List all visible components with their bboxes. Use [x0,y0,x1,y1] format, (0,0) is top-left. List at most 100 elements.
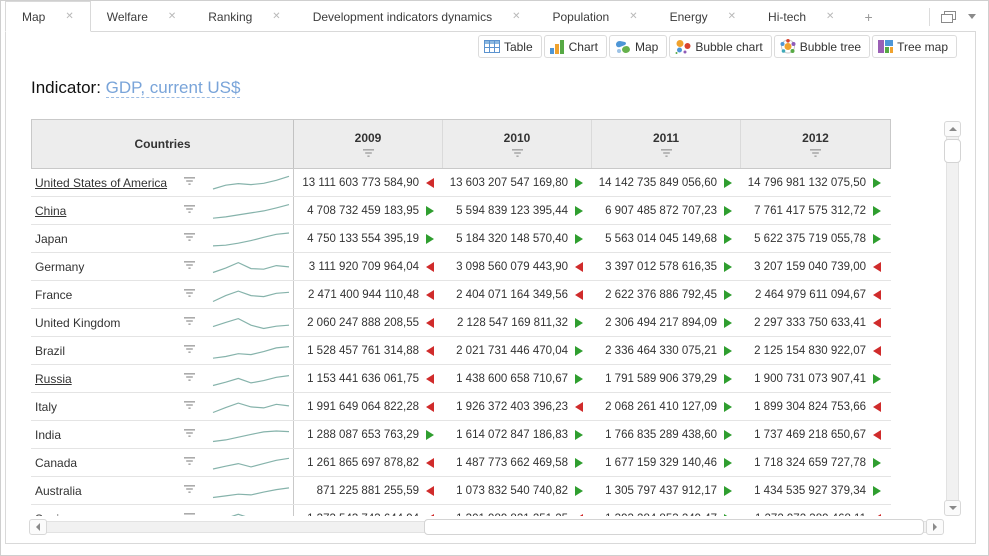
country-cell-russia[interactable]: Russia [31,365,294,392]
row-filter-icon[interactable] [183,261,196,270]
tab-hi-tech[interactable]: Hi-tech✕ [752,1,850,32]
scroll-up-button[interactable] [944,121,961,137]
value-text: 4 708 732 459 183,95 [307,205,419,217]
tab-map[interactable]: Map✕ [5,1,91,32]
year-column-header-2010[interactable]: 2010 [443,120,592,168]
country-link[interactable]: China [35,204,66,218]
sparkline-chart [211,341,291,364]
column-filter-icon[interactable] [809,149,822,158]
value-text: 2 336 464 330 075,21 [605,345,717,357]
value-cell: 1 791 589 906 379,29 [592,365,741,392]
sparkline-chart [211,313,291,336]
row-filter-icon[interactable] [183,457,196,466]
trend-down-icon [426,514,434,517]
country-cell-italy[interactable]: Italy [31,393,294,420]
year-label: 2012 [802,131,829,145]
bubble-chart-view-button[interactable]: Bubble chart [669,35,771,58]
country-cell-australia[interactable]: Australia [31,477,294,504]
trend-up-icon [724,458,732,468]
tab-close-icon[interactable]: ✕ [826,12,834,22]
row-filter-icon[interactable] [183,317,196,326]
tab-development-indicators-dynamics[interactable]: Development indicators dynamics ✕ [297,1,537,32]
vertical-scrollbar-thumb[interactable] [944,139,961,163]
countries-column-header[interactable]: Countries [32,120,294,168]
row-filter-icon[interactable] [183,485,196,494]
horizontal-scrollbar-thumb[interactable] [424,519,924,535]
year-column-header-2011[interactable]: 2011 [592,120,741,168]
value-cell: 14 142 735 849 056,60 [592,169,741,196]
chart-view-button[interactable]: Chart [544,35,607,58]
sparkline-chart [211,453,291,476]
country-link[interactable]: Russia [35,372,72,386]
column-filter-icon[interactable] [660,149,673,158]
country-cell-spain[interactable]: Spain [31,505,294,516]
country-cell-china[interactable]: China [31,197,294,224]
value-cell: 3 098 560 079 443,90 [443,253,592,280]
tab-ranking[interactable]: Ranking ✕ [192,1,296,32]
cascade-windows-icon[interactable] [940,10,958,24]
value-cell: 871 225 881 255,59 [294,477,443,504]
trend-up-icon [873,234,881,244]
bubble-tree-view-button[interactable]: Bubble tree [774,35,870,58]
table-view-button[interactable]: Table [478,35,542,58]
country-cell-india[interactable]: India [31,421,294,448]
vertical-scrollbar-track[interactable] [946,121,959,516]
tab-welfare[interactable]: Welfare✕ [91,1,193,32]
vertical-scrollbar[interactable] [944,121,961,516]
country-cell-canada[interactable]: Canada [31,449,294,476]
country-cell-japan[interactable]: Japan [31,225,294,252]
row-filter-icon[interactable] [183,289,196,298]
year-column-header-2009[interactable]: 2009 [294,120,443,168]
map-view-button[interactable]: Map [609,35,667,58]
row-filter-icon[interactable] [183,513,196,516]
tab-energy[interactable]: Energy✕ [654,1,752,32]
tab-close-icon[interactable]: ✕ [65,12,73,22]
row-filter-icon[interactable] [183,401,196,410]
tab-close-icon[interactable]: ✕ [512,12,520,22]
tab-close-icon[interactable]: ✕ [168,12,176,22]
country-link[interactable]: United States of America [35,176,167,190]
country-cell-united-kingdom[interactable]: United Kingdom [31,309,294,336]
tree-map-view-button[interactable]: Tree map [872,35,957,58]
chart-icon [550,40,565,54]
tab-label: Development indicators dynamics [313,10,492,24]
trend-down-icon [873,402,881,412]
tabs-container: Map✕Welfare✕Ranking✕Development indicato… [5,1,850,32]
row-filter-icon[interactable] [183,177,196,186]
scroll-down-button[interactable] [944,500,961,516]
horizontal-scrollbar[interactable] [29,519,944,535]
column-filter-icon[interactable] [362,149,375,158]
row-filter-icon[interactable] [183,345,196,354]
value-cell: 2 306 494 217 894,09 [592,309,741,336]
indicator-link[interactable]: GDP, current US$ [106,78,241,98]
country-label: Germany [35,260,84,274]
country-cell-brazil[interactable]: Brazil [31,337,294,364]
tab-close-icon[interactable]: ✕ [728,12,736,22]
value-cell: 2 060 247 888 208,55 [294,309,443,336]
tab-population[interactable]: Population✕ [537,1,654,32]
trend-down-icon [426,374,434,384]
new-tab-button[interactable]: + [850,1,886,32]
country-cell-united-states-of-america[interactable]: United States of America [31,169,294,196]
value-text: 13 603 207 547 169,80 [450,177,568,189]
column-filter-icon[interactable] [511,149,524,158]
year-column-header-2012[interactable]: 2012 [741,120,890,168]
tab-close-icon[interactable]: ✕ [629,12,637,22]
bubble-tree-icon [780,39,796,54]
row-filter-icon[interactable] [183,373,196,382]
scroll-left-button[interactable] [29,519,47,535]
tab-close-icon[interactable]: ✕ [272,12,280,22]
country-cell-germany[interactable]: Germany [31,253,294,280]
trend-up-icon [873,178,881,188]
value-text: 3 098 560 079 443,90 [456,261,568,273]
row-filter-icon[interactable] [183,205,196,214]
value-cell: 4 750 133 554 395,19 [294,225,443,252]
row-filter-icon[interactable] [183,233,196,242]
window-menu-caret-icon[interactable] [968,14,976,19]
value-cell: 2 297 333 750 633,41 [741,309,890,336]
row-filter-icon[interactable] [183,429,196,438]
tab-label: Ranking [208,10,252,24]
value-cell: 5 622 375 719 055,78 [741,225,890,252]
scroll-right-button[interactable] [926,519,944,535]
country-cell-france[interactable]: France [31,281,294,308]
